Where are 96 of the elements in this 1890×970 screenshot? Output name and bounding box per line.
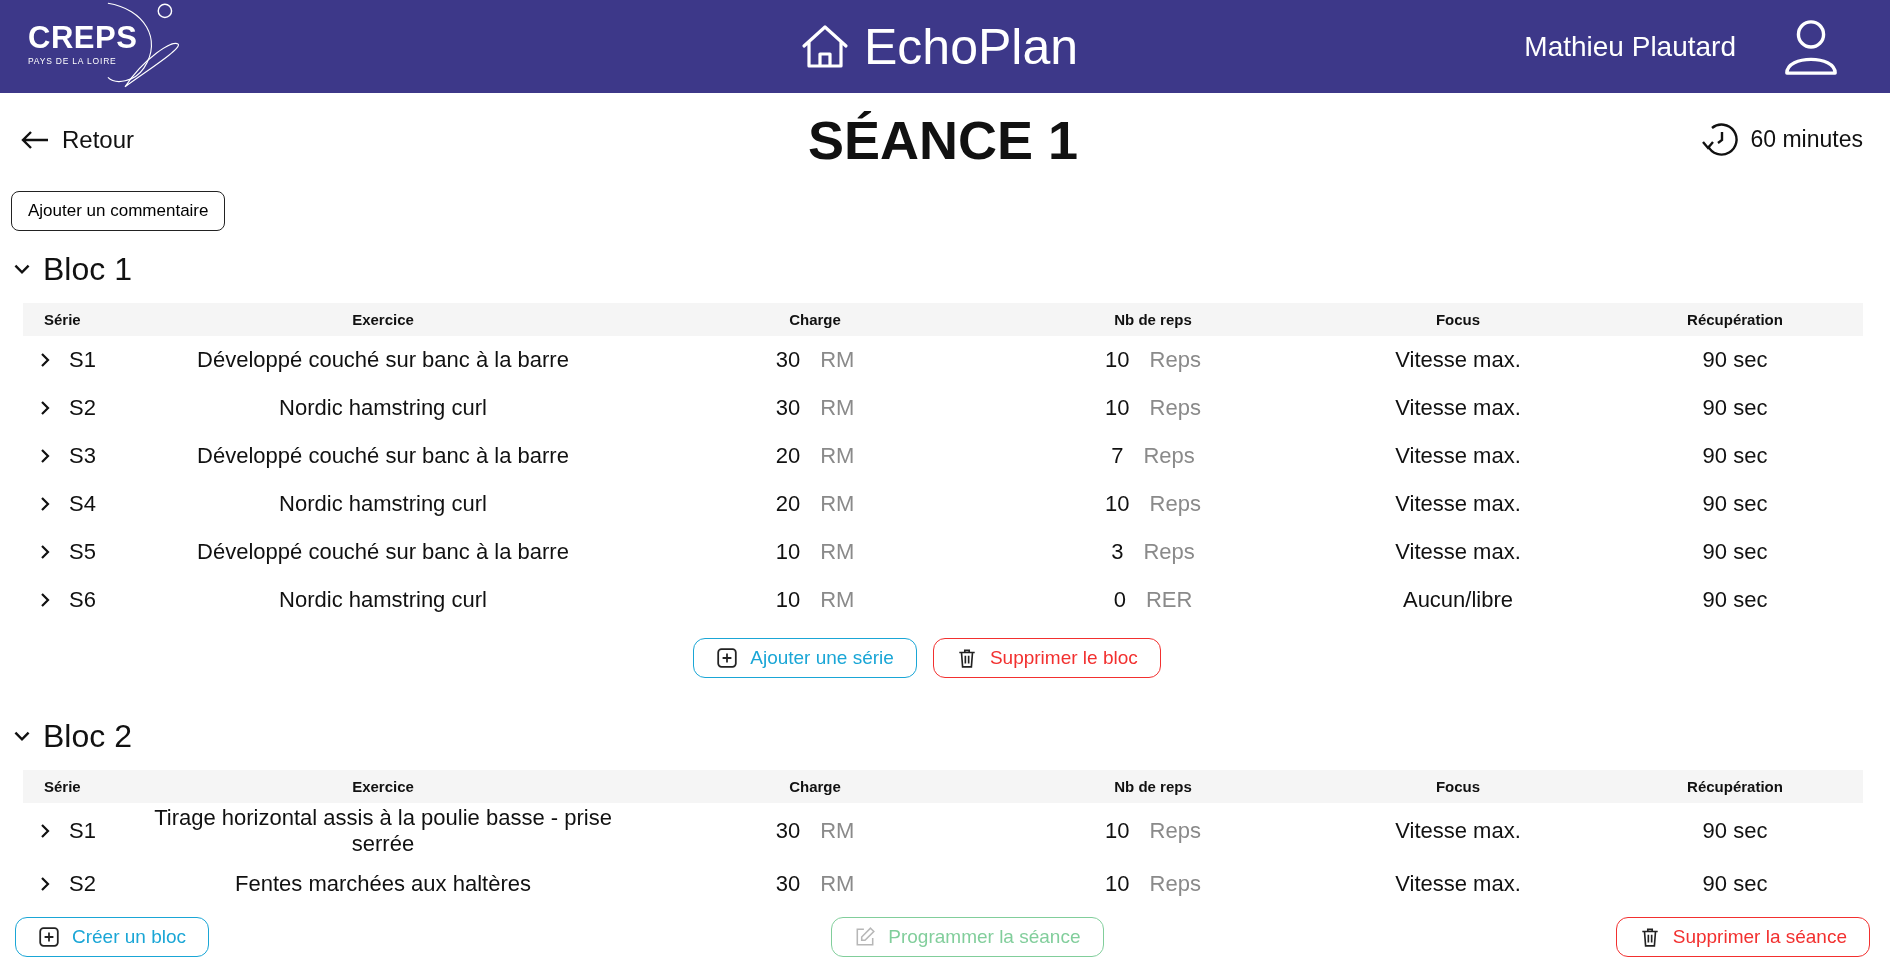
series-label: S4 [69,491,96,517]
focus-value: Vitesse max. [1394,817,1522,846]
recovery-value: 90 sec [1701,585,1769,614]
reps-value: 10 [1105,395,1130,421]
delete-button[interactable]: Supprimer le bloc [932,638,1161,678]
column-header: Exercice [351,778,415,795]
add-button[interactable]: Créer un bloc [15,917,210,957]
back-link[interactable]: Retour [11,125,135,154]
series-label: S1 [69,347,96,373]
focus-value: Aucun/libre [1401,585,1515,614]
exercise-name: Développé couché sur banc à la barre [196,537,570,566]
charge-unit: RM [820,587,855,613]
column-header: Focus [1434,778,1482,795]
focus-value: Vitesse max. [1394,345,1522,374]
charge-value: 20 [775,443,801,469]
series-label: S6 [69,587,96,613]
charge-unit: RM [820,539,855,565]
column-header: Charge [788,778,842,795]
block-title: Bloc 2 [43,717,132,755]
series-label: S3 [69,443,96,469]
reps-unit: RER [1145,587,1193,613]
reps-unit: Reps [1143,443,1195,469]
reps-value: 7 [1111,443,1124,469]
exercise-name: Tirage horizontal assis à la poulie basse - prise serrée [153,804,613,859]
series-label: S5 [69,539,96,565]
user-icon[interactable] [1782,17,1840,76]
focus-value: Vitesse max. [1394,489,1522,518]
charge-value: 30 [775,395,801,421]
column-header: Nb de reps [1113,778,1193,795]
reps-unit: Reps [1149,818,1201,845]
duration-text: 60 minutes [1750,126,1863,153]
series-label: S2 [69,395,96,421]
recovery-value: 90 sec [1701,489,1769,518]
focus-value: Vitesse max. [1394,537,1522,566]
reps-unit: Reps [1149,870,1201,897]
exercise-name: Développé couché sur banc à la barre [196,441,570,470]
focus-value: Vitesse max. [1394,441,1522,470]
reps-unit: Reps [1149,347,1201,373]
charge-unit: RM [820,347,855,373]
recovery-value: 90 sec [1701,441,1769,470]
series-label: S1 [69,818,96,845]
reps-unit: Reps [1149,395,1201,421]
session-title: SÉANCE 1 [808,108,1079,171]
column-header: Exercice [351,311,415,328]
charge-unit: RM [820,870,855,897]
delete-button[interactable]: Supprimer la séance [1615,917,1870,957]
column-header: Récupération [1686,778,1784,795]
pencil-icon [854,926,877,948]
recovery-value: 90 sec [1701,393,1769,422]
charge-value: 20 [775,491,801,517]
recovery-value: 90 sec [1701,537,1769,566]
exercise-name: Nordic hamstring curl [278,489,488,518]
charge-unit: RM [820,818,855,845]
exercise-name: Développé couché sur banc à la barre [196,345,570,374]
charge-value: 30 [775,870,801,897]
charge-unit: RM [820,395,855,421]
charge-unit: RM [820,491,855,517]
logo-subtitle: PAYS DE LA LOIRE [28,55,118,66]
plus-square-icon [38,926,60,948]
reps-value: 10 [1105,491,1130,517]
home-icon[interactable] [800,23,850,70]
focus-value: Vitesse max. [1394,393,1522,422]
exercise-name: Nordic hamstring curl [278,585,488,614]
add-button[interactable]: Ajouter une série [693,638,917,678]
column-header: Focus [1434,311,1482,328]
exercise-name: Fentes marchées aux haltères [234,869,532,898]
reps-unit: Reps [1149,491,1201,517]
charge-unit: RM [820,443,855,469]
charge-value: 30 [775,347,801,373]
series-label: S2 [69,870,96,897]
reps-value: 10 [1105,818,1130,845]
back-arrow-icon[interactable] [20,129,50,150]
charge-value: 10 [775,539,801,565]
recovery-value: 90 sec [1701,345,1769,374]
user-name: Mathieu Plautard [1524,30,1736,63]
add-comment-button[interactable]: Ajouter un commentaire [11,191,226,231]
column-header: Nb de reps [1113,311,1193,328]
reps-value: 3 [1111,539,1124,565]
plus-square-icon [716,647,739,669]
column-header: Série [43,778,82,795]
charge-value: 10 [775,587,801,613]
column-header: Charge [788,311,842,328]
recovery-value: 90 sec [1701,869,1769,898]
logo-text: CREPS [28,21,139,53]
exercise-name: Nordic hamstring curl [278,393,488,422]
reps-value: 10 [1105,347,1130,373]
column-header: Récupération [1686,311,1784,328]
reps-value: 10 [1105,870,1130,897]
block-title: Bloc 1 [43,250,132,288]
app-title: EchoPlan [864,17,1079,76]
reps-unit: Reps [1143,539,1195,565]
charge-value: 30 [775,818,801,845]
column-header: Série [43,311,82,328]
reps-value: 0 [1113,587,1126,613]
recovery-value: 90 sec [1701,817,1769,846]
focus-value: Vitesse max. [1394,869,1522,898]
